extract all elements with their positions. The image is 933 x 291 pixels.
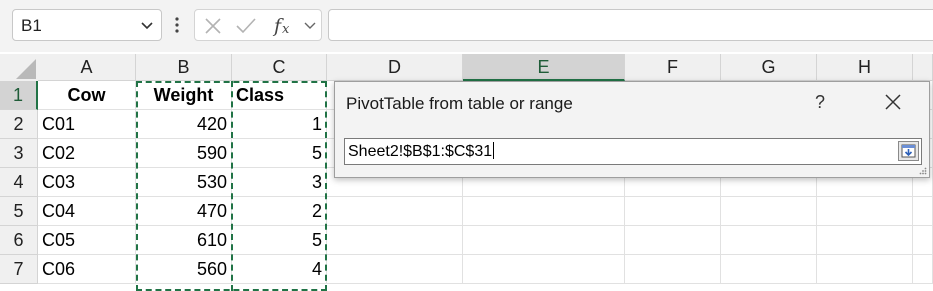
column-header-f[interactable]: F (625, 54, 721, 81)
data-cell[interactable]: 470 (136, 197, 232, 226)
empty-cell[interactable] (817, 226, 913, 255)
empty-cell[interactable] (625, 226, 721, 255)
data-cell[interactable]: 2 (232, 197, 327, 226)
data-cell[interactable]: 3 (232, 168, 327, 197)
header-cell[interactable]: Cow (38, 81, 136, 110)
column-header-next[interactable] (913, 54, 933, 81)
data-cell[interactable]: 590 (136, 139, 232, 168)
column-header-e[interactable]: E (463, 54, 625, 81)
cancel-icon[interactable] (203, 16, 223, 36)
select-all-corner[interactable] (0, 54, 38, 81)
text-caret (493, 142, 495, 159)
range-input[interactable]: Sheet2!$B$1:$C$31 (344, 138, 922, 165)
formula-input[interactable] (328, 9, 933, 41)
formula-bar-area: B1 f x (0, 0, 933, 52)
pivottable-dialog: PivotTable from table or range ? Sheet2!… (334, 81, 930, 178)
empty-cell[interactable] (463, 197, 625, 226)
dialog-title: PivotTable from table or range (346, 94, 573, 113)
data-cell[interactable]: 5 (232, 226, 327, 255)
row-header-4[interactable]: 4 (0, 168, 38, 197)
empty-cell[interactable] (817, 255, 913, 284)
range-input-value: Sheet2!$B$1:$C$31 (348, 143, 493, 160)
empty-cell[interactable] (721, 197, 817, 226)
svg-text:x: x (282, 22, 290, 37)
column-header-d[interactable]: D (327, 54, 463, 81)
row-header-3[interactable]: 3 (0, 139, 38, 168)
empty-cell[interactable] (913, 197, 933, 226)
row-header-7[interactable]: 7 (0, 255, 38, 284)
empty-cell[interactable] (913, 226, 933, 255)
data-cell[interactable]: 530 (136, 168, 232, 197)
expand-chevron-icon[interactable] (303, 18, 317, 34)
column-header-g[interactable]: G (721, 54, 817, 81)
row-header-5[interactable]: 5 (0, 197, 38, 226)
data-cell[interactable]: C01 (38, 110, 136, 139)
empty-cell[interactable] (625, 255, 721, 284)
formula-actions: f x (194, 9, 322, 41)
data-cell[interactable]: 4 (232, 255, 327, 284)
empty-cell[interactable] (463, 226, 625, 255)
data-cell[interactable]: C03 (38, 168, 136, 197)
row-header-1[interactable]: 1 (0, 81, 38, 110)
chevron-down-icon[interactable] (139, 16, 155, 34)
resize-grip-icon[interactable] (919, 167, 927, 175)
empty-cell[interactable] (625, 197, 721, 226)
data-cell[interactable]: 610 (136, 226, 232, 255)
row-header-2[interactable]: 2 (0, 110, 38, 139)
header-cell[interactable]: Class (232, 81, 327, 110)
data-cell[interactable]: 5 (232, 139, 327, 168)
help-button[interactable]: ? (815, 92, 825, 113)
data-cell[interactable]: 560 (136, 255, 232, 284)
data-cell[interactable]: C04 (38, 197, 136, 226)
copy-marquee-divider (231, 81, 233, 291)
column-header-b[interactable]: B (136, 54, 232, 81)
collapse-arrow-icon (901, 144, 916, 158)
enter-check-icon[interactable] (235, 16, 257, 36)
empty-cell[interactable] (817, 197, 913, 226)
insert-function-icon[interactable]: f x (271, 12, 297, 38)
column-header-h[interactable]: H (817, 54, 913, 81)
column-header-c[interactable]: C (232, 54, 327, 81)
more-options-icon[interactable] (172, 10, 182, 40)
empty-cell[interactable] (327, 197, 463, 226)
row-header-6[interactable]: 6 (0, 226, 38, 255)
name-box[interactable]: B1 (12, 9, 162, 41)
empty-cell[interactable] (721, 226, 817, 255)
data-cell[interactable]: C05 (38, 226, 136, 255)
collapse-dialog-button[interactable] (898, 141, 919, 161)
data-cell[interactable]: C02 (38, 139, 136, 168)
name-box-value: B1 (21, 16, 42, 35)
empty-cell[interactable] (327, 226, 463, 255)
empty-cell[interactable] (913, 255, 933, 284)
data-cell[interactable]: 420 (136, 110, 232, 139)
empty-cell[interactable] (327, 255, 463, 284)
empty-cell[interactable] (463, 255, 625, 284)
header-cell[interactable]: Weight (136, 81, 232, 110)
column-header-a[interactable]: A (38, 54, 136, 81)
data-cell[interactable]: 1 (232, 110, 327, 139)
empty-cell[interactable] (721, 255, 817, 284)
data-cell[interactable]: C06 (38, 255, 136, 284)
select-all-triangle-icon (16, 59, 36, 79)
close-icon[interactable] (883, 92, 903, 112)
